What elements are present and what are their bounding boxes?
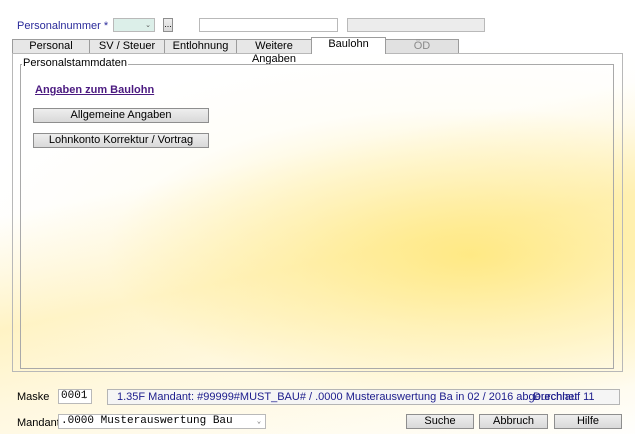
maske-combo[interactable]: 0001 ⌄ bbox=[58, 389, 92, 404]
personalnummer-label: Personalnummer * bbox=[17, 20, 109, 32]
maske-label: Maske bbox=[17, 391, 50, 403]
mandant-value: .0000 Musterauswertung Bau bbox=[61, 415, 233, 427]
lohnkonto-korrektur-button[interactable]: Lohnkonto Korrektur / Vortrag bbox=[33, 133, 209, 148]
tab-weitere-angaben[interactable]: Weitere Angaben bbox=[236, 39, 312, 65]
group-title: Personalstammdaten bbox=[22, 57, 128, 69]
section-heading-link[interactable]: Angaben zum Baulohn bbox=[35, 84, 154, 96]
tab-oed: ÖD bbox=[385, 39, 459, 53]
chevron-down-icon[interactable]: ⌄ bbox=[143, 20, 153, 30]
hilfe-button[interactable]: Hilfe bbox=[554, 414, 622, 429]
status-bar: 1.35F Mandant: #99999#MUST_BAU# / .0000 … bbox=[107, 389, 620, 405]
abbruch-button[interactable]: Abbruch bbox=[479, 414, 548, 429]
suche-button[interactable]: Suche bbox=[406, 414, 474, 429]
allgemeine-angaben-button[interactable]: Allgemeine Angaben bbox=[33, 108, 209, 123]
durchlauf-text: Durchlauf 11 bbox=[533, 391, 595, 403]
status-text: 1.35F Mandant: #99999#MUST_BAU# / .0000 … bbox=[117, 391, 578, 403]
employee-extra-field bbox=[347, 18, 485, 32]
tab-personal[interactable]: Personal bbox=[12, 39, 90, 53]
employee-name-field[interactable] bbox=[199, 18, 338, 32]
tab-baulohn[interactable]: Baulohn bbox=[311, 37, 386, 54]
tab-sv-steuer[interactable]: SV / Steuer bbox=[89, 39, 165, 53]
mandant-label: Mandant bbox=[17, 417, 60, 429]
personalnummer-lookup-button[interactable]: ... bbox=[163, 18, 173, 32]
personalnummer-combo[interactable]: ⌄ bbox=[113, 18, 155, 32]
mandant-combo[interactable]: .0000 Musterauswertung Bau ⌄ bbox=[58, 414, 266, 429]
tab-entlohnung[interactable]: Entlohnung bbox=[164, 39, 237, 53]
chevron-down-icon[interactable]: ⌄ bbox=[80, 391, 90, 402]
chevron-down-icon[interactable]: ⌄ bbox=[254, 416, 264, 427]
